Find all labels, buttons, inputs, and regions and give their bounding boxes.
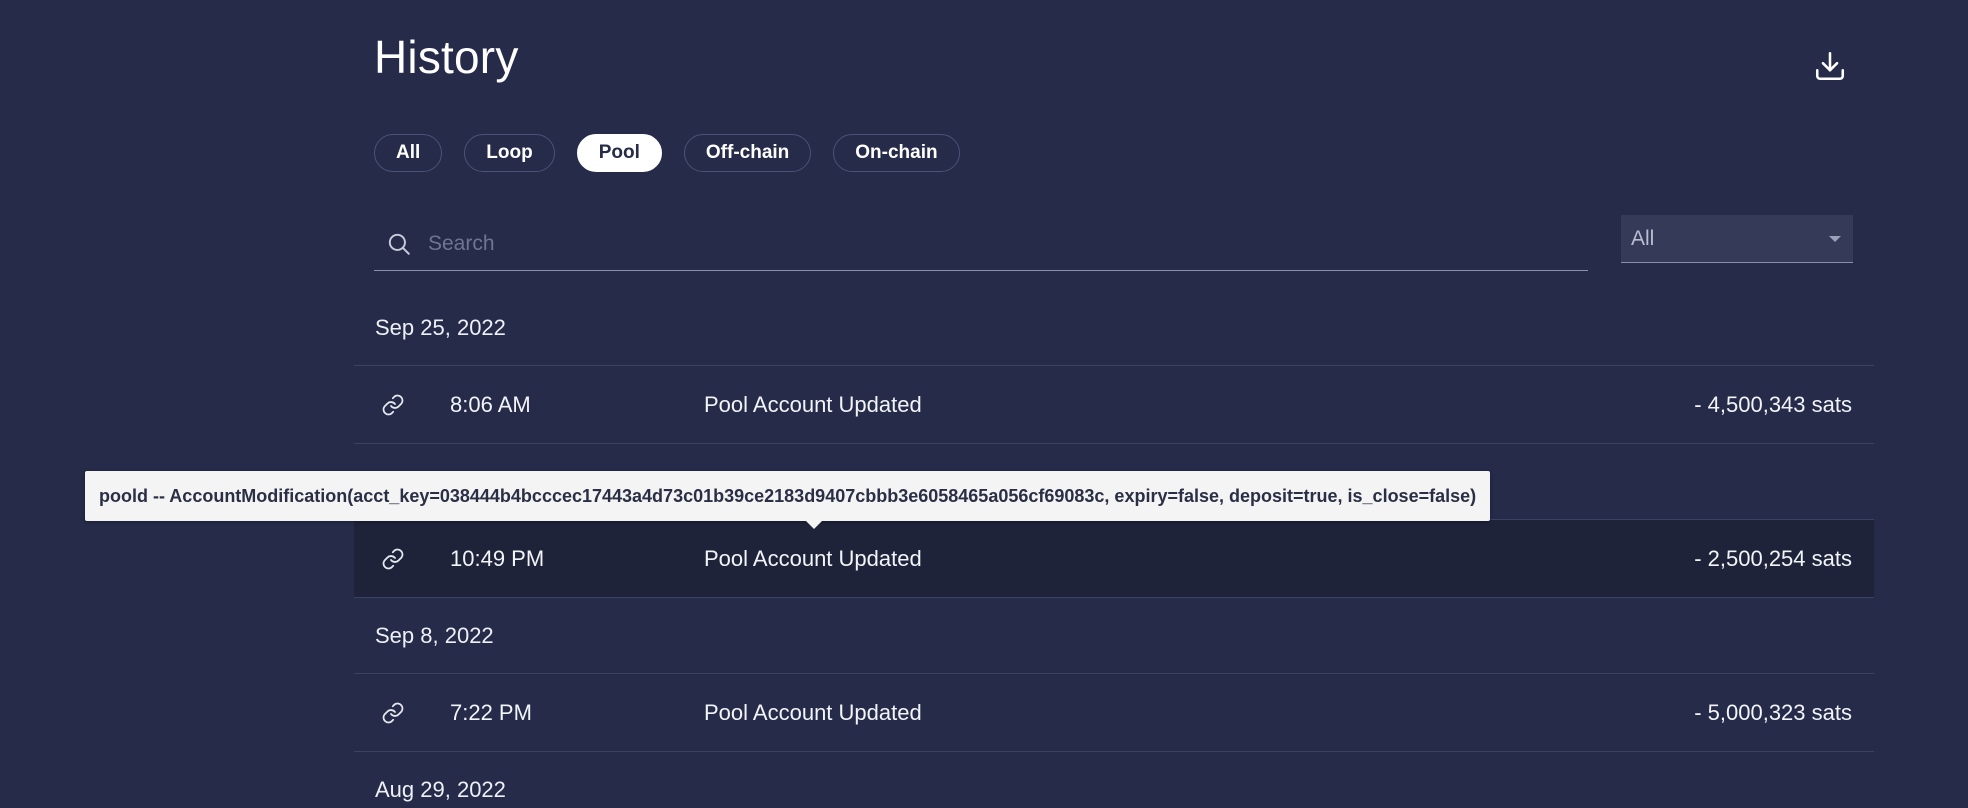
- tx-amount: - 4,500,343 sats: [1694, 391, 1852, 417]
- history-page: History All Loop Pool Off-chain On-chain…: [0, 0, 1968, 808]
- tx-time: 10:49 PM: [450, 545, 545, 571]
- link-icon[interactable]: [381, 701, 405, 725]
- download-button[interactable]: [1808, 44, 1852, 88]
- tx-time: 8:06 AM: [450, 391, 531, 417]
- date-header: Aug 29, 2022: [375, 777, 506, 802]
- tx-description: Pool Account Updated: [704, 391, 922, 417]
- type-select-value: All: [1631, 226, 1655, 250]
- link-icon[interactable]: [381, 547, 405, 571]
- tooltip-arrow: [806, 521, 822, 529]
- history-list: Sep 25, 2022 8:06 AM Pool Account Update…: [354, 290, 1874, 808]
- table-row[interactable]: 8:06 AM Pool Account Updated - 4,500,343…: [354, 366, 1874, 444]
- tx-description: Pool Account Updated: [704, 699, 922, 725]
- table-row[interactable]: 10:49 PM Pool Account Updated - 2,500,25…: [354, 520, 1874, 598]
- filter-chip-on-chain[interactable]: On-chain: [833, 134, 960, 172]
- filter-chip-all[interactable]: All: [374, 134, 443, 172]
- table-row[interactable]: 7:22 PM Pool Account Updated - 5,000,323…: [354, 674, 1874, 752]
- tx-time: 7:22 PM: [450, 699, 532, 725]
- search-icon: [388, 233, 410, 255]
- filter-chip-pool[interactable]: Pool: [576, 134, 662, 172]
- download-icon: [1815, 51, 1845, 81]
- filter-chips: All Loop Pool Off-chain On-chain: [374, 134, 960, 172]
- search-bar: [374, 218, 1588, 271]
- filter-chip-off-chain[interactable]: Off-chain: [683, 134, 812, 172]
- link-icon[interactable]: [381, 393, 405, 417]
- tx-amount: - 5,000,323 sats: [1694, 699, 1852, 725]
- tx-amount: - 2,500,254 sats: [1694, 545, 1852, 571]
- search-input[interactable]: [426, 231, 1530, 257]
- type-select[interactable]: All: [1621, 215, 1853, 263]
- page-title: History: [374, 31, 519, 83]
- caret-down-icon: [1829, 235, 1841, 242]
- date-header: Sep 25, 2022: [354, 290, 1874, 366]
- date-header: Sep 8, 2022: [354, 598, 1874, 674]
- filter-chip-loop[interactable]: Loop: [464, 134, 555, 172]
- tx-description: Pool Account Updated: [704, 545, 922, 571]
- tooltip: poold -- AccountModification(acct_key=03…: [85, 471, 1491, 521]
